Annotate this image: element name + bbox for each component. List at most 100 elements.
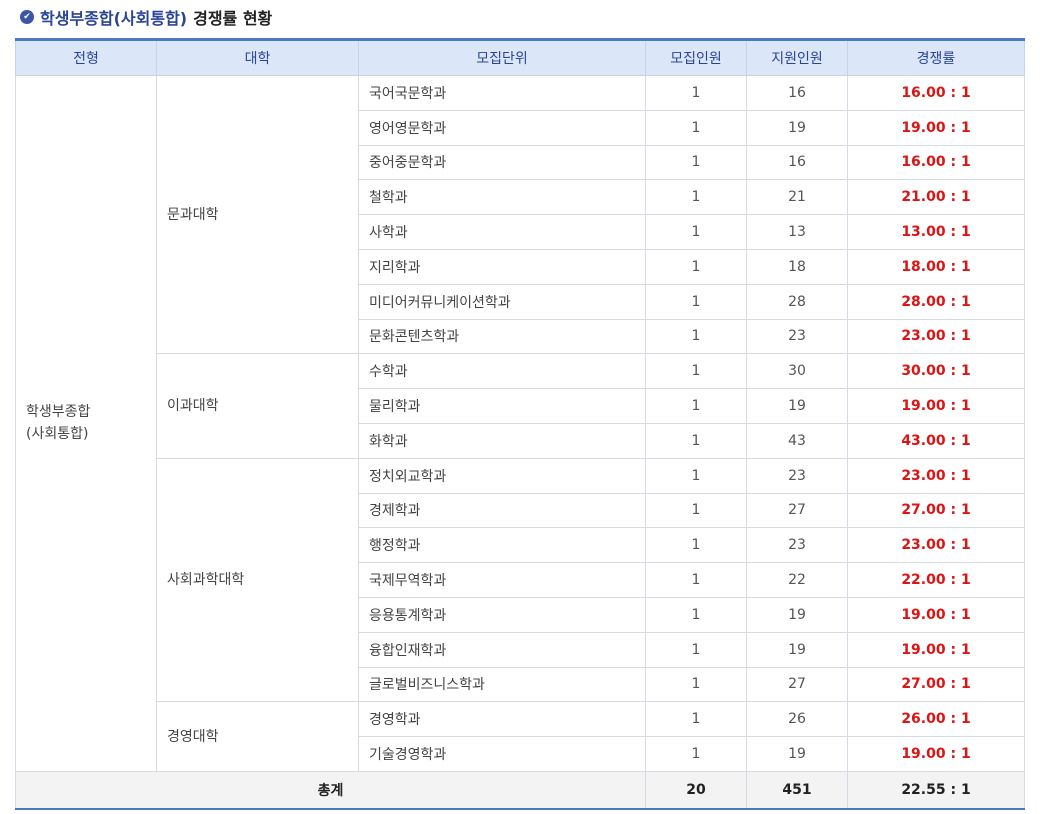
quota-cell: 1 [645,75,747,111]
unit-cell: 글로벌비즈니스학과 [358,666,646,703]
col-header-applicants: 지원인원 [746,38,848,76]
table-row: 이과대학 수학과 1 30 30.00 : 1 [16,353,1025,459]
college-cell: 이과대학 [156,353,359,459]
rate-cell: 18.00 : 1 [847,248,1025,285]
admission-type-cell: 학생부종합 (사회통합) [15,75,157,772]
applicants-cell: 23 [746,527,848,564]
applicants-cell: 16 [746,144,848,181]
total-label: 총계 [15,770,646,810]
rate-cell: 19.00 : 1 [847,596,1025,633]
quota-cell: 1 [645,144,747,181]
applicants-cell: 23 [746,318,848,355]
quota-cell: 1 [645,318,747,355]
quota-cell: 1 [645,666,747,703]
rate-cell: 27.00 : 1 [847,492,1025,529]
section-title: ✔ 학생부종합(사회통합) 경쟁률 현황 [20,5,272,29]
rate-cell: 19.00 : 1 [847,736,1025,772]
rate-cell: 19.00 : 1 [847,388,1025,424]
title-main: 학생부종합(사회통합) [40,9,188,28]
rate-cell: 26.00 : 1 [847,701,1025,738]
rate-cell: 16.00 : 1 [847,144,1025,181]
college-cell: 경영대학 [156,701,359,772]
rate-cell: 43.00 : 1 [847,422,1025,459]
applicants-cell: 27 [746,666,848,703]
unit-cell: 지리학과 [358,248,646,285]
applicants-cell: 26 [746,701,848,738]
quota-cell: 1 [645,248,747,285]
applicants-cell: 22 [746,562,848,598]
rate-cell: 19.00 : 1 [847,631,1025,668]
title-sub: 경쟁률 현황 [193,9,273,28]
quota-cell: 1 [645,701,747,738]
applicants-cell: 19 [746,736,848,772]
quota-cell: 1 [645,283,747,320]
rate-cell: 16.00 : 1 [847,75,1025,111]
total-row: 총계 20 451 22.55 : 1 [15,770,1025,810]
applicants-cell: 19 [746,388,848,424]
rate-cell: 21.00 : 1 [847,179,1025,216]
total-rate: 22.55 : 1 [847,770,1025,810]
rate-cell: 28.00 : 1 [847,283,1025,320]
col-header-college: 대학 [156,38,359,76]
total-quota: 20 [645,770,747,810]
table-row: 학생부종합 (사회통합) 문과대학 국어국문학과 1 16 16.00 : 1 [15,74,1025,772]
applicants-cell: 23 [746,457,848,494]
table-row: 사회과학대학 정치외교학과 1 23 23.00 : 1 [16,457,1025,703]
rate-cell: 13.00 : 1 [847,214,1025,250]
unit-cell: 국어국문학과 [358,75,646,111]
col-header-unit: 모집단위 [358,38,646,76]
check-circle-icon: ✔ [20,10,34,24]
table-header-row: 전형 대학 모집단위 모집인원 지원인원 경쟁률 [15,38,1025,76]
rate-cell: 23.00 : 1 [847,318,1025,355]
quota-cell: 1 [645,388,747,424]
rate-cell: 22.00 : 1 [847,562,1025,598]
rate-cell: 30.00 : 1 [847,353,1025,390]
unit-cell: 미디어커뮤니케이션학과 [358,283,646,320]
quota-cell: 1 [645,736,747,772]
unit-cell: 철학과 [358,179,646,216]
applicants-cell: 27 [746,492,848,529]
rate-cell: 23.00 : 1 [847,457,1025,494]
unit-cell: 국제무역학과 [358,562,646,598]
applicants-cell: 30 [746,353,848,390]
applicants-cell: 16 [746,75,848,111]
applicants-cell: 43 [746,422,848,459]
admission-type-line1: 학생부종합 [26,404,91,421]
rate-cell: 27.00 : 1 [847,666,1025,703]
applicants-cell: 19 [746,109,848,146]
quota-cell: 1 [645,457,747,494]
table-row: 경영대학 경영학과 1 26 26.00 : 1 [16,701,1025,772]
unit-cell: 경영학과 [358,701,646,738]
quota-cell: 1 [645,562,747,598]
applicants-cell: 28 [746,283,848,320]
applicants-cell: 21 [746,179,848,216]
quota-cell: 1 [645,214,747,250]
unit-cell: 행정학과 [358,527,646,564]
unit-cell: 경제학과 [358,492,646,529]
admission-type-line2: (사회통합) [26,426,89,443]
college-cell: 문과대학 [156,74,359,355]
unit-cell: 물리학과 [358,388,646,424]
college-cell: 사회과학대학 [156,457,359,703]
applicants-cell: 18 [746,248,848,285]
rate-cell: 23.00 : 1 [847,527,1025,564]
applicants-cell: 19 [746,596,848,633]
col-header-quota: 모집인원 [645,38,747,76]
unit-cell: 화학과 [358,422,646,459]
unit-cell: 수학과 [358,353,646,390]
quota-cell: 1 [645,422,747,459]
unit-cell: 기술경영학과 [358,736,646,772]
quota-cell: 1 [645,631,747,668]
rate-cell: 19.00 : 1 [847,109,1025,146]
unit-cell: 문화콘텐츠학과 [358,318,646,355]
applicants-cell: 19 [746,631,848,668]
quota-cell: 1 [645,109,747,146]
quota-cell: 1 [645,179,747,216]
unit-cell: 사학과 [358,214,646,250]
quota-cell: 1 [645,527,747,564]
col-header-type: 전형 [15,38,157,76]
applicants-cell: 13 [746,214,848,250]
unit-cell: 응용통계학과 [358,596,646,633]
unit-cell: 영어영문학과 [358,109,646,146]
unit-cell: 정치외교학과 [358,457,646,494]
